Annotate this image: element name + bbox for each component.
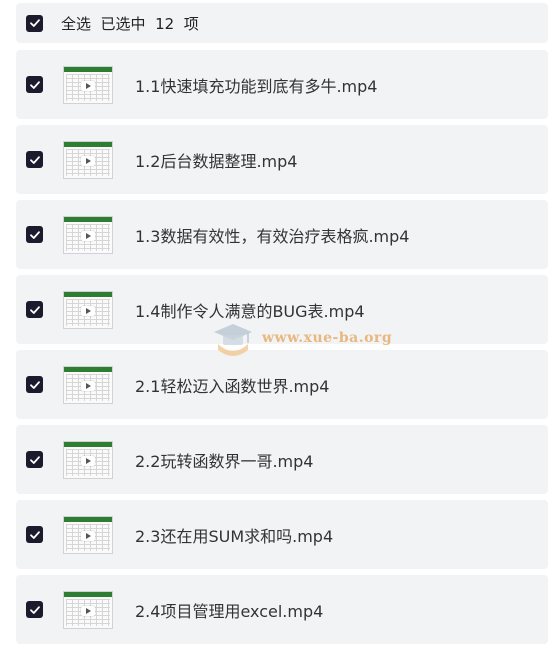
play-icon — [81, 606, 95, 617]
video-thumbnail-icon[interactable] — [63, 140, 113, 179]
item-checkbox[interactable] — [26, 301, 43, 318]
list-item[interactable]: 2.1轻松迈入函数世界.mp4 — [16, 350, 548, 419]
video-thumbnail-icon[interactable] — [63, 440, 113, 479]
file-name[interactable]: 2.2玩转函数界一哥.mp4 — [135, 448, 313, 472]
file-name[interactable]: 1.1快速填充功能到底有多牛.mp4 — [135, 73, 377, 97]
play-icon — [81, 531, 95, 542]
play-icon — [81, 81, 95, 92]
video-thumbnail-icon[interactable] — [63, 290, 113, 329]
video-thumbnail-icon[interactable] — [63, 65, 113, 104]
checkmark-icon — [29, 605, 40, 614]
file-name[interactable]: 1.3数据有效性，有效治疗表格疯.mp4 — [135, 223, 409, 247]
video-thumbnail-icon[interactable] — [63, 365, 113, 404]
item-checkbox[interactable] — [26, 526, 43, 543]
video-thumbnail-icon[interactable] — [63, 590, 113, 629]
play-icon — [81, 156, 95, 167]
item-checkbox[interactable] — [26, 601, 43, 618]
list-item[interactable]: 2.4项目管理用excel.mp4 — [16, 575, 548, 644]
list-item[interactable]: 1.1快速填充功能到底有多牛.mp4 — [16, 50, 548, 119]
play-icon — [81, 381, 95, 392]
item-checkbox[interactable] — [26, 226, 43, 243]
select-all-checkbox[interactable] — [26, 14, 43, 32]
checkmark-icon — [29, 155, 40, 164]
file-name[interactable]: 2.4项目管理用excel.mp4 — [135, 598, 323, 622]
file-name[interactable]: 1.2后台数据整理.mp4 — [135, 148, 297, 172]
play-icon — [81, 306, 95, 317]
checkmark-icon — [29, 230, 40, 239]
item-checkbox[interactable] — [26, 451, 43, 468]
list-item[interactable]: 1.4制作令人满意的BUG表.mp4 — [16, 275, 548, 344]
list-item[interactable]: 1.2后台数据整理.mp4 — [16, 125, 548, 194]
file-name[interactable]: 1.4制作令人满意的BUG表.mp4 — [135, 298, 365, 322]
checkmark-icon — [29, 305, 40, 314]
checkmark-icon — [29, 80, 40, 89]
video-thumbnail-icon[interactable] — [63, 215, 113, 254]
list-item[interactable]: 2.3还在用SUM求和吗.mp4 — [16, 500, 548, 569]
checkmark-icon — [29, 19, 40, 27]
list-item[interactable]: 1.3数据有效性，有效治疗表格疯.mp4 — [16, 200, 548, 269]
select-all-bar: 全选 已选中 12 项 — [16, 3, 548, 43]
item-checkbox[interactable] — [26, 76, 43, 93]
checkmark-icon — [29, 455, 40, 464]
item-checkbox[interactable] — [26, 151, 43, 168]
select-all-label: 全选 已选中 12 项 — [61, 14, 199, 33]
checkmark-icon — [29, 530, 40, 539]
file-name[interactable]: 2.3还在用SUM求和吗.mp4 — [135, 523, 333, 547]
file-name[interactable]: 2.1轻松迈入函数世界.mp4 — [135, 373, 329, 397]
play-icon — [81, 456, 95, 467]
video-thumbnail-icon[interactable] — [63, 515, 113, 554]
item-checkbox[interactable] — [26, 376, 43, 393]
list-item[interactable]: 2.2玩转函数界一哥.mp4 — [16, 425, 548, 494]
checkmark-icon — [29, 380, 40, 389]
play-icon — [81, 231, 95, 242]
video-list: 1.1快速填充功能到底有多牛.mp4 1.2后台数据整理.mp4 1.3数据有效… — [16, 50, 548, 650]
